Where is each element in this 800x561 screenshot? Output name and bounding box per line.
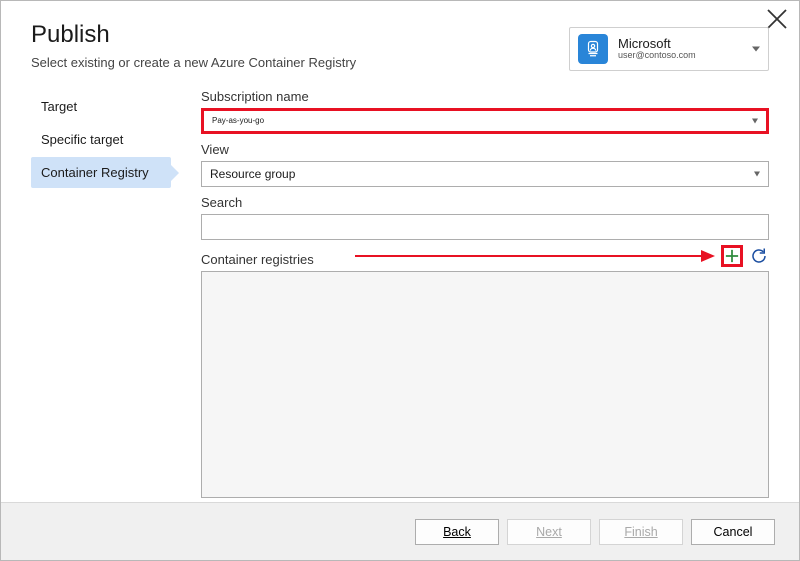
dialog-title: Publish <box>31 21 356 49</box>
form-panel: Subscription name Pay-as-you-go View Res… <box>171 81 769 502</box>
sidebar-item-label: Target <box>41 99 77 114</box>
search-label: Search <box>201 195 769 210</box>
publish-dialog: Publish Select existing or create a new … <box>0 0 800 561</box>
back-label: Back <box>443 525 471 539</box>
dialog-header: Publish Select existing or create a new … <box>1 1 799 81</box>
account-picker[interactable]: Microsoft user@contoso.com <box>569 27 769 71</box>
account-avatar-icon <box>578 34 608 64</box>
sidebar-item-specific-target[interactable]: Specific target <box>31 124 171 155</box>
sidebar-item-label: Specific target <box>41 132 123 147</box>
annotation-arrow <box>355 248 715 264</box>
subscription-label: Subscription name <box>201 89 769 104</box>
next-label: Next <box>536 525 562 539</box>
wizard-sidebar: Target Specific target Container Registr… <box>31 81 171 502</box>
next-button: Next <box>507 519 591 545</box>
view-value: Resource group <box>210 167 295 181</box>
refresh-icon <box>750 247 768 265</box>
back-button[interactable]: Back <box>415 519 499 545</box>
container-registries-list[interactable] <box>201 271 769 498</box>
view-dropdown[interactable]: Resource group <box>201 161 769 187</box>
plus-icon <box>725 249 739 263</box>
chevron-down-icon <box>752 47 760 52</box>
add-registry-button[interactable] <box>721 245 743 267</box>
container-registries-label: Container registries <box>201 252 314 267</box>
account-name: Microsoft <box>618 37 696 51</box>
cancel-label: Cancel <box>714 525 753 539</box>
chevron-down-icon <box>754 172 760 177</box>
view-label: View <box>201 142 769 157</box>
finish-button: Finish <box>599 519 683 545</box>
finish-label: Finish <box>624 525 657 539</box>
refresh-registries-button[interactable] <box>749 246 769 266</box>
sidebar-item-container-registry[interactable]: Container Registry <box>31 157 171 188</box>
account-email: user@contoso.com <box>618 51 696 61</box>
dialog-subtitle: Select existing or create a new Azure Co… <box>31 55 356 70</box>
container-registries-header: Container registries <box>201 240 769 271</box>
cancel-button[interactable]: Cancel <box>691 519 775 545</box>
sidebar-item-target[interactable]: Target <box>31 91 171 122</box>
dialog-body: Target Specific target Container Registr… <box>1 81 799 502</box>
subscription-value: Pay-as-you-go <box>212 116 264 125</box>
chevron-down-icon <box>752 119 758 124</box>
search-input[interactable] <box>201 214 769 240</box>
sidebar-item-label: Container Registry <box>41 165 149 180</box>
subscription-dropdown[interactable]: Pay-as-you-go <box>201 108 769 134</box>
dialog-footer: Back Next Finish Cancel <box>1 502 799 560</box>
